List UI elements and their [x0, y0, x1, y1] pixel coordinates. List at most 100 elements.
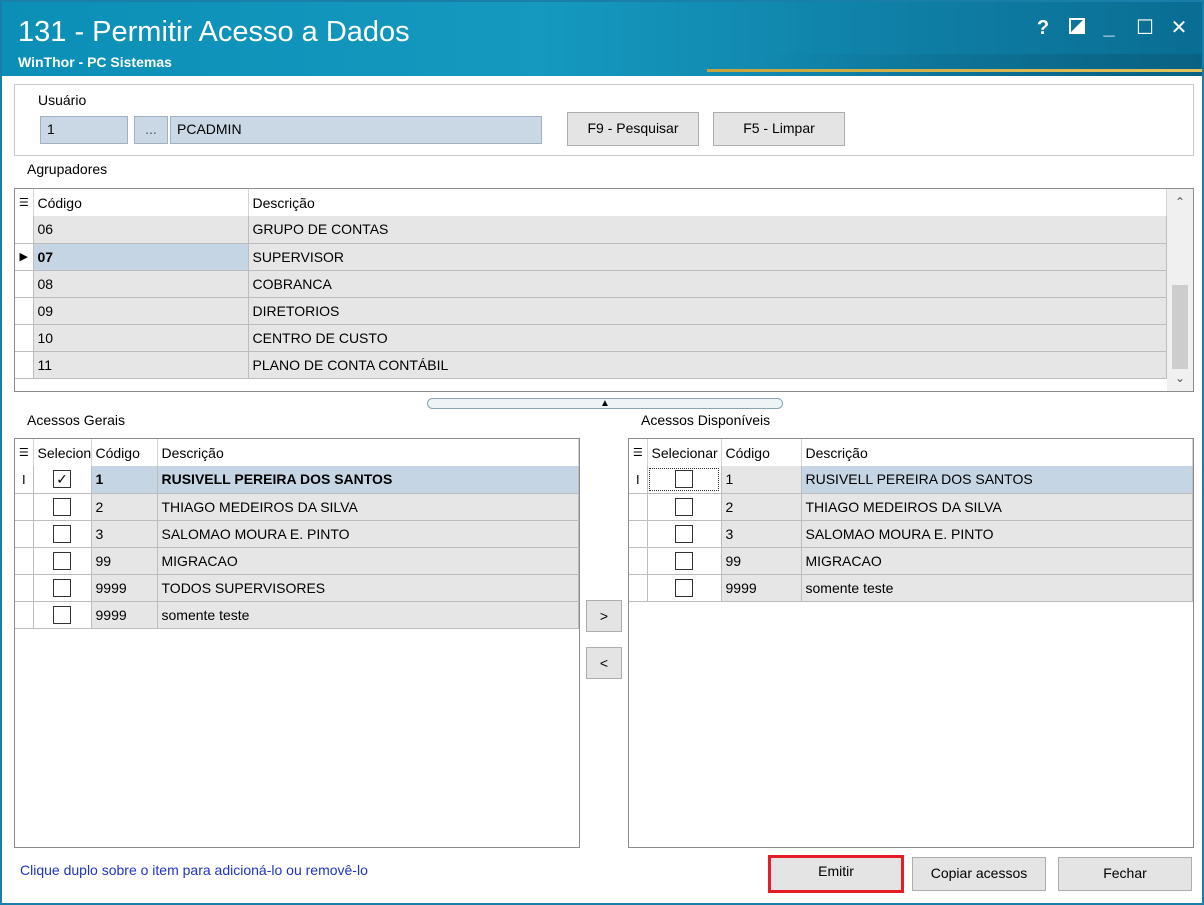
column-header-descricao[interactable]: Descrição [801, 439, 1193, 466]
scroll-up-icon[interactable]: ⌃ [1172, 195, 1188, 209]
cell-codigo[interactable]: 2 [721, 493, 802, 521]
checkbox-checked[interactable]: ✓ [53, 470, 71, 489]
cell-codigo[interactable]: 10 [33, 324, 249, 352]
agrupadores-scrollbar[interactable]: ⌃ ⌄ [1167, 189, 1193, 391]
cell-codigo[interactable]: 3 [91, 520, 158, 548]
cell-descricao[interactable]: PLANO DE CONTA CONTÁBIL [248, 351, 1167, 379]
cell-codigo[interactable]: 06 [33, 216, 249, 244]
checkbox[interactable] [53, 524, 71, 543]
restore-icon[interactable] [1064, 16, 1090, 42]
emitir-button[interactable]: Emitir [768, 855, 904, 893]
cell-codigo[interactable]: 99 [91, 547, 158, 575]
cell-codigo[interactable]: 09 [33, 297, 249, 325]
table-row[interactable]: 2 THIAGO MEDEIROS DA SILVA [629, 493, 1193, 521]
column-header-selecionar[interactable]: Selecionar [33, 439, 92, 466]
table-row[interactable]: 9999 somente teste [629, 574, 1193, 602]
column-header-codigo[interactable]: Código [91, 439, 158, 466]
cell-descricao[interactable]: RUSIVELL PEREIRA DOS SANTOS [801, 466, 1193, 494]
table-row[interactable]: 9999 somente teste [15, 601, 579, 629]
column-header-codigo[interactable]: Código [721, 439, 802, 466]
row-checkbox-cell[interactable] [647, 574, 722, 602]
cell-descricao[interactable]: MIGRACAO [801, 547, 1193, 575]
table-row[interactable]: 10 CENTRO DE CUSTO [15, 324, 1167, 352]
cell-descricao[interactable]: SALOMAO MOURA E. PINTO [157, 520, 579, 548]
checkbox[interactable] [53, 578, 71, 597]
table-row-selected[interactable]: I 1 RUSIVELL PEREIRA DOS SANTOS [629, 466, 1193, 494]
table-row[interactable]: 11 PLANO DE CONTA CONTÁBIL [15, 351, 1167, 379]
close-button[interactable]: ✕ [1166, 16, 1192, 42]
remove-access-button[interactable]: < [586, 647, 622, 679]
cell-descricao[interactable]: CENTRO DE CUSTO [248, 324, 1167, 352]
checkbox[interactable] [675, 470, 693, 489]
row-checkbox-cell[interactable] [33, 574, 92, 602]
row-checkbox-cell[interactable] [647, 547, 722, 575]
scrollbar-thumb[interactable] [1172, 285, 1188, 369]
cell-codigo[interactable]: 1 [91, 466, 158, 494]
cell-codigo[interactable]: 9999 [91, 601, 158, 629]
row-checkbox-cell[interactable] [33, 547, 92, 575]
fechar-button[interactable]: Fechar [1058, 857, 1192, 891]
cell-codigo[interactable]: 08 [33, 270, 249, 298]
cell-descricao[interactable]: SUPERVISOR [248, 243, 1167, 271]
cell-descricao[interactable]: RUSIVELL PEREIRA DOS SANTOS [157, 466, 579, 494]
cell-descricao[interactable]: somente teste [157, 601, 579, 629]
chevron-up-icon[interactable]: ▲ [600, 398, 610, 409]
cell-codigo[interactable]: 3 [721, 520, 802, 548]
cell-descricao[interactable]: GRUPO DE CONTAS [248, 216, 1167, 244]
cell-descricao[interactable]: somente teste [801, 574, 1193, 602]
maximize-button[interactable]: ☐ [1132, 16, 1158, 42]
table-row[interactable]: 2 THIAGO MEDEIROS DA SILVA [15, 493, 579, 521]
cell-codigo[interactable]: 1 [721, 466, 802, 494]
checkbox[interactable] [53, 497, 71, 516]
cell-codigo[interactable]: 99 [721, 547, 802, 575]
table-row[interactable]: 99 MIGRACAO [15, 547, 579, 575]
scroll-down-icon[interactable]: ⌄ [1172, 371, 1188, 385]
column-chooser-icon[interactable]: ☰ [15, 439, 34, 466]
copiar-acessos-button[interactable]: Copiar acessos [912, 857, 1046, 891]
table-row[interactable]: 08 COBRANCA [15, 270, 1167, 298]
minimize-button[interactable]: _ [1096, 16, 1122, 42]
checkbox[interactable] [675, 578, 693, 597]
column-chooser-icon[interactable]: ☰ [15, 189, 34, 216]
search-button[interactable]: F9 - Pesquisar [567, 112, 699, 146]
row-checkbox-cell[interactable] [33, 601, 92, 629]
table-row[interactable]: 9999 TODOS SUPERVISORES [15, 574, 579, 602]
help-button[interactable]: ? [1030, 16, 1056, 42]
column-header-descricao[interactable]: Descrição [157, 439, 579, 466]
table-row-selected[interactable]: ▶ 07 SUPERVISOR [15, 243, 1167, 271]
cell-codigo[interactable]: 11 [33, 351, 249, 379]
cell-descricao[interactable]: THIAGO MEDEIROS DA SILVA [157, 493, 579, 521]
cell-descricao[interactable]: SALOMAO MOURA E. PINTO [801, 520, 1193, 548]
user-lookup-button[interactable]: ... [134, 116, 168, 144]
cell-descricao[interactable]: DIRETORIOS [248, 297, 1167, 325]
add-access-button[interactable]: > [586, 600, 622, 632]
column-header-codigo[interactable]: Código [33, 189, 249, 216]
checkbox[interactable] [53, 551, 71, 570]
column-header-descricao[interactable]: Descrição [248, 189, 1167, 216]
row-checkbox-cell[interactable] [647, 466, 722, 494]
table-row[interactable]: 06 GRUPO DE CONTAS [15, 216, 1167, 244]
cell-codigo[interactable]: 9999 [91, 574, 158, 602]
table-row[interactable]: 3 SALOMAO MOURA E. PINTO [15, 520, 579, 548]
panel-splitter[interactable]: ▲ [427, 398, 783, 409]
checkbox[interactable] [675, 524, 693, 543]
checkbox[interactable] [53, 605, 71, 624]
checkbox[interactable] [675, 551, 693, 570]
row-checkbox-cell[interactable] [647, 520, 722, 548]
row-checkbox-cell[interactable] [647, 493, 722, 521]
cell-codigo[interactable]: 07 [33, 243, 249, 271]
cell-descricao[interactable]: COBRANCA [248, 270, 1167, 298]
table-row[interactable]: 09 DIRETORIOS [15, 297, 1167, 325]
checkbox[interactable] [675, 497, 693, 516]
table-row-selected[interactable]: I ✓ 1 RUSIVELL PEREIRA DOS SANTOS [15, 466, 579, 494]
table-row[interactable]: 99 MIGRACAO [629, 547, 1193, 575]
cell-codigo[interactable]: 9999 [721, 574, 802, 602]
cell-descricao[interactable]: THIAGO MEDEIROS DA SILVA [801, 493, 1193, 521]
row-checkbox-cell[interactable]: ✓ [33, 466, 92, 494]
cell-descricao[interactable]: TODOS SUPERVISORES [157, 574, 579, 602]
user-code-field[interactable]: 1 [40, 116, 128, 144]
column-chooser-icon[interactable]: ☰ [629, 439, 648, 466]
table-row[interactable]: 3 SALOMAO MOURA E. PINTO [629, 520, 1193, 548]
cell-codigo[interactable]: 2 [91, 493, 158, 521]
column-header-selecionar[interactable]: Selecionar [647, 439, 722, 466]
